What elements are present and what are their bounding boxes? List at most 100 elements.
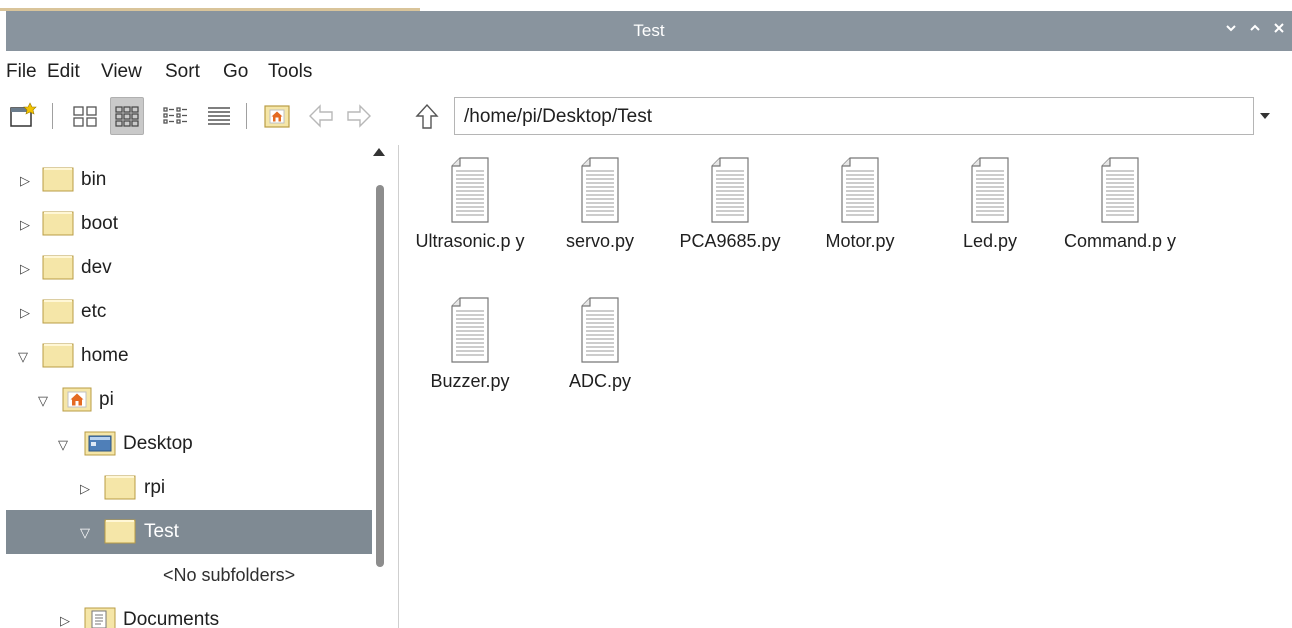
tree-item-label: bin [81, 169, 107, 190]
file-view[interactable]: Ultrasonic.p y servo.py PCA9685.py Motor… [400, 145, 1292, 628]
text-file-icon [581, 297, 619, 363]
forward-button[interactable] [342, 97, 376, 135]
chevron-down-icon [1226, 25, 1236, 32]
tree-scrollbar[interactable] [372, 145, 390, 628]
menu-go[interactable]: Go [223, 61, 248, 83]
documents-folder-icon [84, 606, 116, 628]
folder-icon [42, 210, 74, 241]
text-file-icon [451, 297, 489, 363]
folder-icon [42, 342, 74, 373]
view-thumbnails-button[interactable] [68, 97, 102, 135]
view-icons-button[interactable] [110, 97, 144, 135]
file-item[interactable]: ADC.py [535, 295, 665, 393]
folder-icon [42, 254, 74, 285]
home-folder-icon [62, 386, 92, 417]
list-view-icon [208, 107, 230, 125]
desktop-top-edge [0, 0, 1292, 11]
tree-item-boot[interactable]: ▷ boot [6, 202, 372, 246]
file-item[interactable]: Motor.py [795, 155, 925, 253]
expander-down-icon[interactable]: ▽ [58, 437, 68, 453]
toolbar-separator [52, 103, 53, 129]
file-item[interactable]: Buzzer.py [405, 295, 535, 393]
close-button[interactable] [1268, 19, 1290, 41]
file-name: Buzzer.py [430, 371, 510, 391]
toolbar: /home/pi/Desktop/Test [6, 93, 1292, 143]
expander-right-icon[interactable]: ▷ [20, 261, 30, 277]
file-item[interactable]: PCA9685.py [665, 155, 795, 253]
tree-item-test[interactable]: ▽ Test [6, 510, 372, 554]
menu-tools[interactable]: Tools [268, 61, 312, 83]
desktop-folder-icon [84, 430, 116, 461]
back-button[interactable] [304, 97, 338, 135]
text-file-icon [581, 157, 619, 223]
home-folder-icon [264, 105, 290, 128]
tree-item-label: rpi [144, 477, 166, 498]
file-name: Command.p y [1063, 231, 1177, 251]
tree-item-label: dev [81, 257, 112, 278]
folder-icon [104, 474, 136, 505]
text-file-icon [1101, 157, 1139, 223]
text-file-icon [971, 157, 1009, 223]
view-compact-button[interactable] [158, 97, 192, 135]
file-name: Motor.py [825, 231, 895, 251]
tree-item-desktop[interactable]: ▽ Desktop [6, 422, 372, 466]
file-item[interactable]: Led.py [925, 155, 1055, 253]
menu-file[interactable]: File [6, 61, 37, 83]
window-title: Test [633, 21, 665, 40]
new-window-button[interactable] [6, 97, 40, 135]
path-input[interactable]: /home/pi/Desktop/Test [454, 97, 1254, 135]
pane-divider[interactable] [390, 145, 399, 628]
window-titlebar[interactable]: Test [6, 11, 1292, 51]
file-name: PCA9685.py [679, 231, 781, 251]
tree-item-dev[interactable]: ▷ dev [6, 246, 372, 290]
scrollbar-thumb[interactable] [376, 185, 384, 567]
no-subfolders-label: <No subfolders> [163, 565, 296, 585]
scroll-up-icon[interactable] [373, 148, 385, 156]
dropdown-arrow-icon [1260, 113, 1270, 119]
path-history-dropdown[interactable] [1258, 109, 1272, 121]
expander-right-icon[interactable]: ▷ [60, 613, 70, 628]
tree-item-no-subfolders: <No subfolders> [6, 554, 372, 598]
tree-item-label: pi [99, 389, 114, 410]
text-file-icon [451, 157, 489, 223]
expander-right-icon[interactable]: ▷ [20, 217, 30, 233]
file-name: ADC.py [568, 371, 631, 391]
tree-item-label: Desktop [123, 433, 193, 454]
tree-item-home[interactable]: ▽ home [6, 334, 372, 378]
tree-item-etc[interactable]: ▷ etc [6, 290, 372, 334]
tree-item-pi[interactable]: ▽ pi [6, 378, 372, 422]
tree-item-label: home [81, 345, 129, 366]
menu-view[interactable]: View [101, 61, 142, 83]
view-detailed-list-button[interactable] [202, 97, 236, 135]
up-button[interactable] [410, 97, 444, 135]
tree-item-bin[interactable]: ▷ bin [6, 158, 372, 202]
arrow-up-icon [415, 103, 439, 129]
compact-view-icon [163, 107, 187, 124]
tree-item-documents[interactable]: ▷ Documents [6, 598, 372, 628]
home-button[interactable] [260, 97, 294, 135]
expander-down-icon[interactable]: ▽ [38, 393, 48, 409]
expander-right-icon[interactable]: ▷ [20, 305, 30, 321]
chevron-up-icon [1250, 24, 1260, 31]
menu-edit[interactable]: Edit [47, 61, 80, 83]
expander-down-icon[interactable]: ▽ [80, 525, 90, 541]
minimize-button[interactable] [1220, 19, 1242, 41]
expander-right-icon[interactable]: ▷ [20, 173, 30, 189]
directory-tree[interactable]: ▷ bin ▷ boot ▷ dev ▷ etc ▽ home ▽ pi ▽ D… [6, 145, 372, 628]
thumbnail-view-icon [73, 106, 97, 127]
file-name: Led.py [962, 231, 1018, 251]
folder-icon [42, 298, 74, 329]
tree-item-label: Test [144, 521, 179, 542]
toolbar-separator [246, 103, 247, 129]
expander-down-icon[interactable]: ▽ [18, 349, 28, 365]
tree-item-label: etc [81, 301, 107, 322]
icon-view-icon [115, 106, 139, 127]
tree-item-rpi[interactable]: ▷ rpi [6, 466, 372, 510]
menu-sort[interactable]: Sort [165, 61, 200, 83]
file-item[interactable]: Ultrasonic.p y [405, 155, 535, 253]
maximize-button[interactable] [1244, 19, 1266, 41]
arrow-left-icon [309, 104, 333, 128]
file-item[interactable]: servo.py [535, 155, 665, 253]
file-item[interactable]: Command.p y [1055, 155, 1185, 253]
expander-right-icon[interactable]: ▷ [80, 481, 90, 497]
